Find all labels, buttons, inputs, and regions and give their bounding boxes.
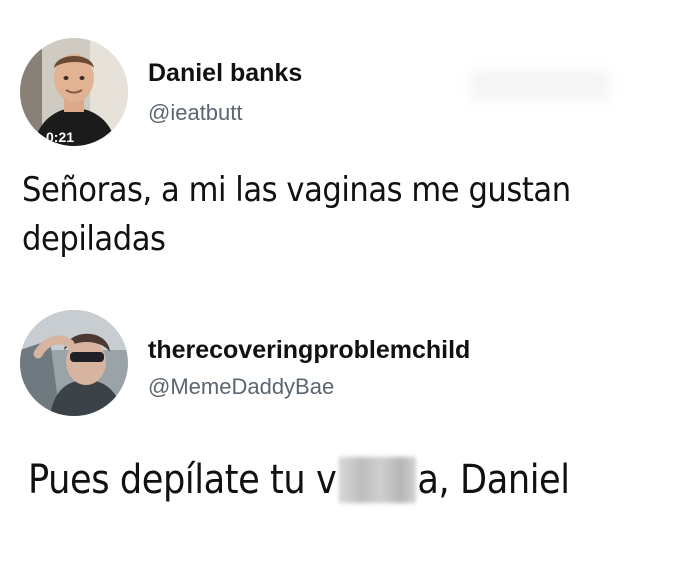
tweet-text: Señoras, a mi las vaginas me gustan depi… (22, 170, 571, 259)
avatar[interactable]: 0:21 (20, 38, 128, 146)
tweet-original: 0:21 Daniel banks @ieatbutt Señoras, a m… (0, 0, 700, 300)
censor-blur (338, 457, 416, 503)
profile-photo-icon (20, 310, 128, 416)
user-handle[interactable]: @ieatbutt (148, 100, 243, 126)
tweet-text-start: Pues depílate tu v (28, 457, 337, 503)
display-name[interactable]: therecoveringproblemchild (148, 336, 470, 365)
tweet-text: Pues depílate tu v a, Daniel (28, 452, 626, 508)
tweet-reply: therecoveringproblemchild @MemeDaddyBae … (0, 300, 700, 563)
profile-photo-icon: 0:21 (20, 38, 128, 146)
user-handle[interactable]: @MemeDaddyBae (148, 374, 334, 400)
svg-text:0:21: 0:21 (46, 129, 74, 145)
display-name[interactable]: Daniel banks (148, 59, 302, 88)
tweet-text-end: a, Daniel (417, 457, 570, 503)
avatar[interactable] (20, 310, 128, 416)
